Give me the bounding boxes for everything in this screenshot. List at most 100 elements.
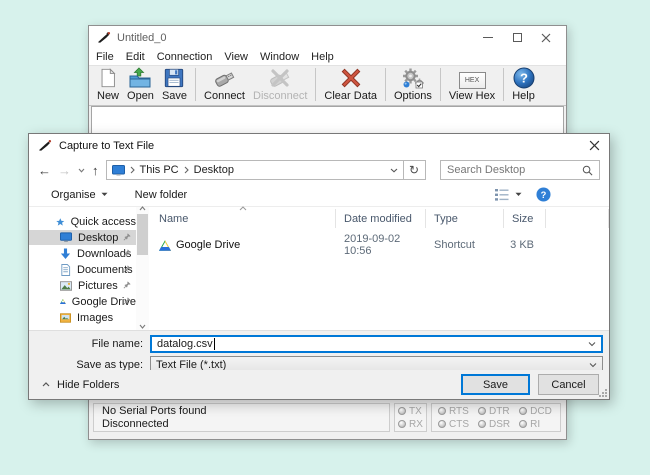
toolbar-help-button[interactable]: ? Help [508,67,539,102]
navigation-bar: ← → ↑ This PC Desktop ↻ [29,157,609,183]
hide-folders-button[interactable]: Hide Folders [42,379,119,391]
open-folder-icon [128,67,152,89]
sidebar-item-documents[interactable]: Documents [29,262,136,277]
breadcrumb-desktop[interactable]: Desktop [194,164,234,176]
toolbar-separator [315,68,316,101]
tx-led-icon [398,407,406,415]
toolbar-view-hex-button[interactable]: HEX View Hex [445,67,499,102]
view-mode-icon[interactable] [495,189,509,201]
status-bar: No Serial Ports found Disconnected TX RX… [89,399,566,439]
scrollbar-thumb[interactable] [137,214,148,255]
file-size: 3 KB [504,239,546,251]
signal-led-panel: RTS CTS DTR DSR DCD RI [431,403,561,432]
breadcrumb-this-pc[interactable]: This PC [140,164,179,176]
sidebar-item-quick-access[interactable]: Quick access [29,214,136,229]
refresh-icon[interactable]: ↻ [404,160,426,180]
search-input[interactable] [447,164,578,176]
recent-locations-chevron-icon[interactable] [78,168,85,173]
help-question-icon: ? [513,67,535,89]
view-mode-chevron-icon[interactable] [515,192,522,197]
save-button[interactable]: Save [461,374,530,395]
column-header-type[interactable]: Type [426,209,504,228]
app-icon [38,139,52,152]
menu-help[interactable]: Help [311,51,334,63]
desktop-location-icon [112,165,125,176]
search-box[interactable] [440,160,600,180]
new-folder-button[interactable]: New folder [135,189,188,201]
search-icon[interactable] [582,165,593,176]
google-drive-icon [159,240,171,251]
pin-icon [122,265,131,274]
close-icon[interactable] [589,140,600,151]
address-dropdown-chevron-icon[interactable] [390,168,398,173]
command-bar: Organise New folder ? [29,183,609,207]
column-header-date-modified[interactable]: Date modified [336,209,426,228]
toolbar-disconnect-button: Disconnect [249,67,311,102]
hex-box-icon: HEX [459,72,486,89]
file-name-input[interactable]: datalog.csv [150,335,603,353]
toolbar: New Open Save Connect Disconnect [89,65,566,106]
sidebar-item-images[interactable]: Images [29,310,136,325]
rts-led-icon [438,407,446,415]
breadcrumb-chevron-icon [184,166,189,174]
save-floppy-icon [163,67,185,89]
file-row-google-drive[interactable]: Google Drive 2019-09-02 10:56 Shortcut 3… [149,233,609,251]
combo-chevron-icon[interactable] [588,342,596,347]
breadcrumb-chevron-icon [130,166,135,174]
scroll-up-icon[interactable] [137,203,148,213]
toolbar-options-button[interactable]: Options [390,67,436,102]
toolbar-save-button[interactable]: Save [158,67,191,102]
app-icon [97,31,111,44]
status-message-panel: No Serial Ports found Disconnected [93,403,390,432]
sidebar-item-downloads[interactable]: Downloads [29,246,136,261]
dtr-led-icon [478,407,486,415]
up-icon[interactable]: ↑ [92,164,99,177]
menu-edit[interactable]: Edit [126,51,145,63]
column-header-name[interactable]: Name [149,209,336,228]
toolbar-open-button[interactable]: Open [123,67,158,102]
close-icon[interactable] [540,32,552,44]
sidebar-item-desktop[interactable]: Desktop [29,230,136,245]
svg-text:?: ? [520,71,528,86]
file-date-modified: 2019-09-02 10:56 [336,233,426,257]
pin-icon [122,233,131,242]
txrx-led-panel: TX RX [394,403,427,432]
usb-connect-icon [212,67,238,89]
pictures-icon [60,281,72,291]
svg-text:?: ? [541,190,547,200]
toolbar-new-button[interactable]: New [93,67,123,102]
pin-icon [122,249,131,258]
chevron-up-icon [42,382,50,387]
new-file-icon [97,67,119,89]
window-title: Untitled_0 [117,32,167,44]
column-header-size[interactable]: Size [504,209,546,228]
organise-button[interactable]: Organise [51,189,108,201]
menu-view[interactable]: View [224,51,248,63]
toolbar-connect-button[interactable]: Connect [200,67,249,102]
pin-icon [122,281,131,290]
dsr-led-icon [478,420,486,428]
toolbar-clear-data-button[interactable]: Clear Data [320,67,381,102]
capture-to-text-file-dialog: Capture to Text File ← → ↑ This PC Deskt… [28,133,610,400]
back-icon[interactable]: ← [38,164,51,177]
cancel-button[interactable]: Cancel [538,374,599,395]
sidebar-scrollbar[interactable] [136,207,149,330]
sidebar-item-pictures[interactable]: Pictures [29,278,136,293]
help-question-icon[interactable]: ? [536,187,551,202]
main-titlebar[interactable]: Untitled_0 [89,26,566,49]
menu-file[interactable]: File [96,51,114,63]
document-icon [60,264,71,276]
rx-led-icon [398,420,406,428]
maximize-icon[interactable] [511,32,523,44]
ri-led-icon [519,420,527,428]
minimize-icon[interactable] [482,32,494,44]
resize-grip[interactable] [599,389,607,397]
breadcrumb[interactable]: This PC Desktop [106,160,404,180]
dcd-led-icon [519,407,527,415]
combo-chevron-icon[interactable] [589,363,597,368]
sidebar-item-google-drive[interactable]: Google Drive [29,294,136,309]
dialog-titlebar[interactable]: Capture to Text File [29,134,609,157]
menu-window[interactable]: Window [260,51,299,63]
toolbar-separator [440,68,441,101]
menu-connection[interactable]: Connection [157,51,213,63]
